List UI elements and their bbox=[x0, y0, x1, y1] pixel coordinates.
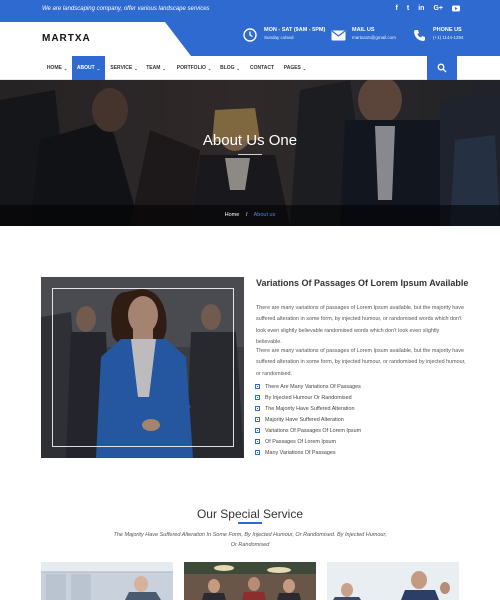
hours-title: MON - SAT (9AM - 5PM) bbox=[264, 27, 326, 33]
envelope-icon bbox=[330, 27, 346, 43]
linkedin-icon[interactable]: in bbox=[418, 5, 424, 14]
chevron-down-icon: ⌄ bbox=[134, 65, 138, 71]
list-item-text: Many Variations Of Passages bbox=[265, 449, 336, 456]
social-links: f t in G+ bbox=[396, 5, 460, 14]
list-item-text: By Injected Humour Or Randomised bbox=[265, 394, 352, 401]
mail-title: MAIL US bbox=[352, 27, 375, 33]
service-photo bbox=[327, 562, 459, 600]
search-button[interactable] bbox=[427, 56, 457, 80]
about-paragraph-2: There are many variations of passages of… bbox=[256, 348, 466, 377]
breadcrumb-current: About us bbox=[253, 212, 276, 218]
list-item-text: There Are Many Variations Of Passages bbox=[265, 383, 361, 390]
phone-icon bbox=[411, 27, 427, 43]
checkbox-square-icon bbox=[255, 439, 260, 444]
google-plus-icon[interactable]: G+ bbox=[433, 5, 443, 14]
list-item: By Injected Humour Or Randomised bbox=[255, 392, 361, 403]
breadcrumb: Home / About us bbox=[0, 212, 500, 218]
nav-label: PORTFOLIO bbox=[176, 65, 206, 71]
nav-item-about[interactable]: ABOUT ⌄ bbox=[72, 56, 105, 80]
section-subtitle: The Majority Have Suffered Alteration In… bbox=[113, 532, 387, 548]
search-icon bbox=[437, 63, 447, 73]
main-nav: HOME ⌄ ABOUT ⌄ SERVICE ⌄ TEAM ⌄ PORTFOLIO ⌄ B… bbox=[0, 56, 500, 80]
clock-icon bbox=[242, 27, 258, 43]
mail-info: MAIL US martxa15@gmail.com bbox=[330, 27, 396, 43]
list-item-text: Of Passages Of Lorem Ipsum bbox=[265, 438, 337, 445]
list-item: Of Passages Of Lorem Ipsum bbox=[255, 436, 361, 447]
checkbox-square-icon bbox=[255, 417, 260, 422]
nav-label: TEAM bbox=[146, 65, 161, 71]
service-photo bbox=[184, 562, 316, 600]
chevron-down-icon: ⌄ bbox=[236, 65, 240, 71]
nav-item-pages[interactable]: PAGES ⌄ bbox=[280, 56, 310, 80]
phone-title: PHONE US bbox=[433, 27, 462, 33]
nav-item-home[interactable]: HOME ⌄ bbox=[42, 56, 72, 80]
nav-item-blog[interactable]: BLOG ⌄ bbox=[216, 56, 244, 80]
page-title: About Us One bbox=[202, 132, 298, 149]
list-item-text: Majority Have Suffered Alteration bbox=[265, 416, 344, 423]
facebook-icon[interactable]: f bbox=[396, 5, 398, 14]
service-photo bbox=[41, 562, 173, 600]
breadcrumb-bar: Home / About us bbox=[0, 205, 500, 226]
nav-item-service[interactable]: SERVICE ⌄ bbox=[106, 56, 142, 80]
list-item: The Majority Have Suffered Alteration bbox=[255, 403, 361, 414]
nav-label: PAGES bbox=[283, 65, 301, 71]
list-item-text: The Majority Have Suffered Alteration bbox=[265, 405, 355, 412]
nav-label: ABOUT bbox=[76, 65, 95, 71]
hours-sub: Sunday colsed bbox=[264, 35, 294, 40]
nav-label: SERVICE bbox=[110, 65, 133, 71]
feature-list: There Are Many Variations Of Passages By… bbox=[255, 381, 361, 458]
breadcrumb-home[interactable]: Home bbox=[225, 212, 240, 218]
service-card-image[interactable] bbox=[41, 562, 173, 600]
site-logo[interactable]: MARTXA bbox=[42, 33, 91, 44]
nav-label: HOME bbox=[46, 65, 62, 71]
chevron-down-icon: ⌄ bbox=[207, 65, 212, 71]
checkbox-square-icon bbox=[255, 428, 260, 433]
section-title: Our Special Service bbox=[196, 507, 304, 521]
checkbox-square-icon bbox=[255, 384, 260, 389]
youtube-icon[interactable] bbox=[452, 5, 460, 14]
phone-number[interactable]: (+1) 1144-1294 bbox=[433, 34, 464, 42]
breadcrumb-separator: / bbox=[245, 212, 248, 218]
top-bar: We are landscaping company, offer variou… bbox=[0, 0, 500, 22]
about-image bbox=[41, 277, 244, 458]
service-card-image[interactable] bbox=[327, 562, 459, 600]
list-item: There Are Many Variations Of Passages bbox=[255, 381, 361, 392]
chevron-down-icon: ⌄ bbox=[302, 65, 307, 71]
checkbox-square-icon bbox=[255, 395, 260, 400]
about-paragraph-1: There are many variations of passages of… bbox=[256, 305, 464, 346]
nav-item-team[interactable]: TEAM ⌄ bbox=[142, 56, 170, 80]
section-title-underline bbox=[238, 522, 262, 524]
chevron-down-icon: ⌄ bbox=[162, 65, 166, 71]
checkbox-square-icon bbox=[255, 406, 260, 411]
phone-info: PHONE US (+1) 1144-1294 bbox=[411, 27, 464, 43]
hours-info: MON - SAT (9AM - 5PM) Sunday colsed bbox=[242, 27, 325, 43]
list-item-text: Variations Of Passages Of Lorem Ipsum bbox=[265, 427, 362, 434]
nav-label: CONTACT bbox=[249, 65, 275, 71]
mail-address[interactable]: martxa15@gmail.com bbox=[352, 34, 396, 42]
chevron-down-icon: ⌄ bbox=[96, 65, 101, 71]
list-item: Majority Have Suffered Alteration bbox=[255, 414, 361, 425]
nav-item-contact[interactable]: CONTACT bbox=[246, 56, 278, 80]
title-underline bbox=[238, 154, 262, 155]
nav-item-portfolio[interactable]: PORTFOLIO ⌄ bbox=[172, 56, 216, 80]
twitter-icon[interactable]: t bbox=[407, 5, 409, 14]
page-hero: About Us One Home / About us bbox=[0, 80, 500, 226]
about-heading: Variations Of Passages Of Lorem Ipsum Av… bbox=[256, 278, 469, 288]
chevron-down-icon: ⌄ bbox=[63, 65, 68, 71]
service-card-image[interactable] bbox=[184, 562, 316, 600]
tagline: We are landscaping company, offer variou… bbox=[42, 6, 210, 12]
checkbox-square-icon bbox=[255, 450, 260, 455]
nav-label: BLOG bbox=[220, 65, 235, 71]
image-frame bbox=[52, 288, 234, 447]
list-item: Variations Of Passages Of Lorem Ipsum bbox=[255, 425, 361, 436]
list-item: Many Variations Of Passages bbox=[255, 447, 361, 458]
